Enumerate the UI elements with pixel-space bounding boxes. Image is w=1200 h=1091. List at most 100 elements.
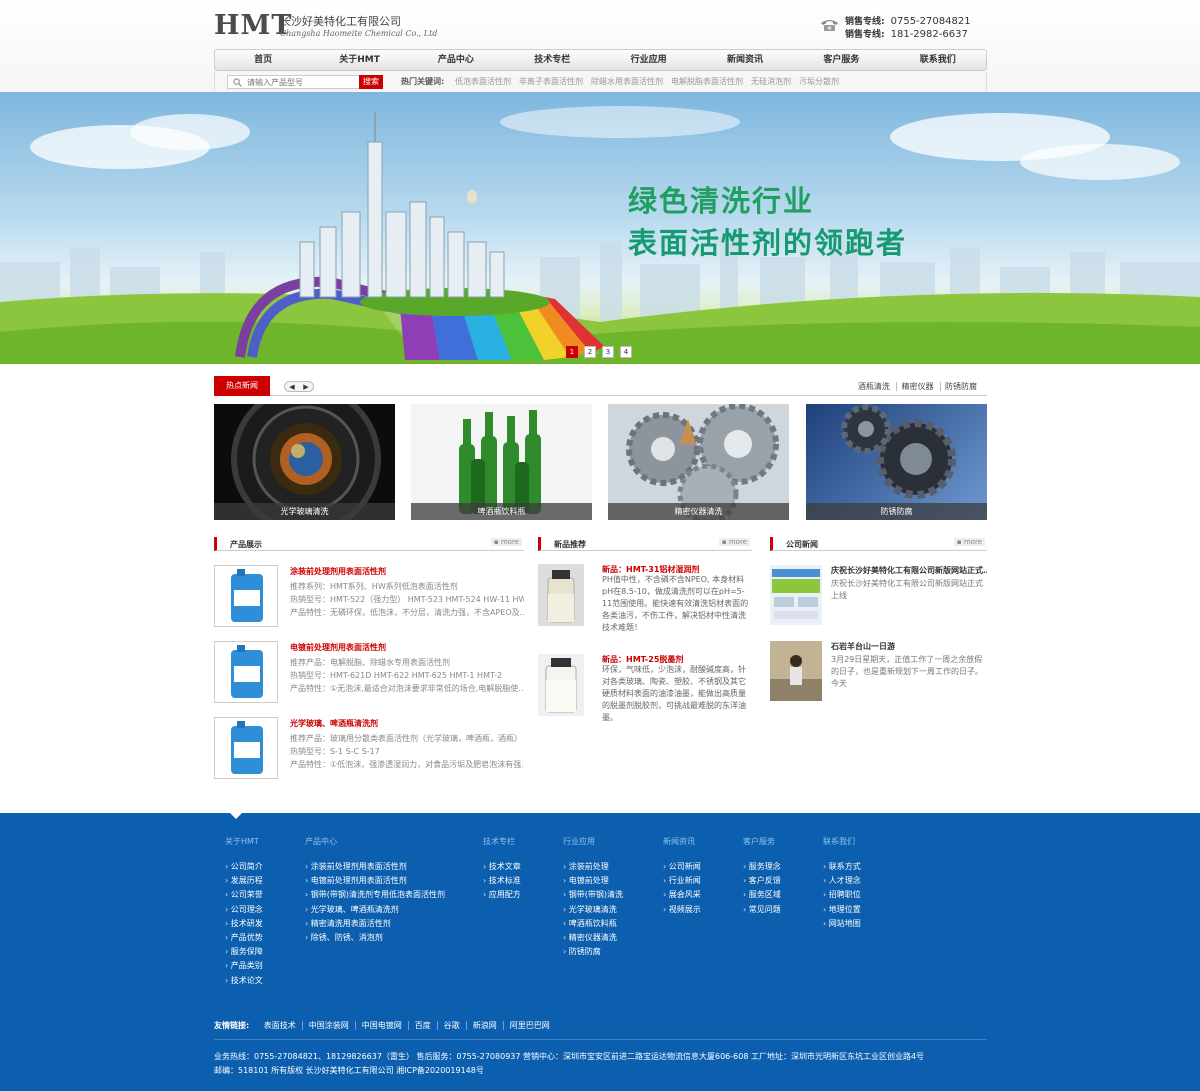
footer-link[interactable]: 技术文章 — [483, 861, 521, 875]
nav-tech[interactable]: 技术专栏 — [504, 50, 600, 70]
hot-keyword[interactable]: 电解脱脂表面活性剂 — [671, 76, 743, 87]
new-product-thumb[interactable] — [538, 564, 584, 626]
friend-link[interactable]: 百度 — [407, 1021, 437, 1030]
company-news-item[interactable]: 石岩羊台山一日游 3月29日星期天，正值工作了一周之余放假的日子，也是重新规划下… — [770, 641, 987, 703]
nav-home[interactable]: 首页 — [215, 50, 311, 70]
friend-link[interactable]: 新浪网 — [465, 1021, 503, 1030]
product-name[interactable]: 涂装前处理剂用表面活性剂 — [290, 566, 386, 577]
new-product-item[interactable]: 新品：HMT-31铝材湿润剂 PH值中性，不含磷不含NPEO, 本身材料pH在8… — [538, 564, 752, 634]
footer-link[interactable]: 电镀前处理剂用表面活性剂 — [305, 875, 445, 889]
more-link[interactable]: ▪ more — [718, 538, 750, 546]
footer-link[interactable]: 钢带(带钢)清洗 — [563, 889, 623, 903]
footer-link[interactable]: 行业新闻 — [663, 875, 701, 889]
news-title[interactable]: 庆祝长沙好美特化工有限公司新版网站正式… — [831, 565, 987, 576]
photo-precision-instruments[interactable]: 精密仪器清洗 — [608, 404, 789, 520]
footer-link[interactable]: 联系方式 — [823, 861, 861, 875]
more-link[interactable]: ▪ more — [953, 538, 985, 546]
product-name[interactable]: 光学玻璃、啤酒瓶清洗剂 — [290, 718, 378, 729]
banner-dot-2[interactable]: 2 — [584, 346, 596, 358]
footer-link[interactable]: 网站地图 — [823, 918, 861, 932]
product-name[interactable]: 电镀前处理剂用表面活性剂 — [290, 642, 386, 653]
footer-link[interactable]: 公司新闻 — [663, 861, 701, 875]
footer-link[interactable]: 服务保障 — [225, 946, 263, 960]
footer-col-title[interactable]: 客户服务 — [743, 836, 781, 847]
friend-link[interactable]: 中国电镀网 — [354, 1021, 408, 1030]
footer-link[interactable]: 电镀前处理 — [563, 875, 623, 889]
news-thumb[interactable] — [770, 641, 822, 701]
company-news-item[interactable]: 庆祝长沙好美特化工有限公司新版网站正式… 庆祝长沙好美特化工有限公司新版网站正式… — [770, 565, 987, 627]
prev-arrow-icon[interactable]: ◀ — [289, 383, 294, 391]
product-item[interactable]: 电镀前处理剂用表面活性剂 推荐产品：电解脱脂、除蜡水专用表面活性剂 热销型号：H… — [214, 641, 524, 705]
nav-news[interactable]: 新闻资讯 — [697, 50, 793, 70]
footer-col-title[interactable]: 新闻资讯 — [663, 836, 701, 847]
banner-dot-4[interactable]: 4 — [620, 346, 632, 358]
nav-service[interactable]: 客户服务 — [793, 50, 889, 70]
footer-link[interactable]: 发展历程 — [225, 875, 263, 889]
footer-link[interactable]: 钢带(带钢)清洗剂专用低泡表面活性剂 — [305, 889, 445, 903]
new-product-thumb[interactable] — [538, 654, 584, 716]
footer-link[interactable]: 产品优势 — [225, 932, 263, 946]
footer-link[interactable]: 招聘职位 — [823, 889, 861, 903]
footer-link[interactable]: 服务区域 — [743, 889, 781, 903]
footer-link[interactable]: 涂装前处理剂用表面活性剂 — [305, 861, 445, 875]
footer-link[interactable]: 地理位置 — [823, 904, 861, 918]
product-item[interactable]: 光学玻璃、啤酒瓶清洗剂 推荐产品：玻璃用分散类表面活性剂（光学玻璃，啤酒瓶，酒瓶… — [214, 717, 524, 781]
logo[interactable]: HMT 长沙好美特化工有限公司 Changsha Haomeite Chemic… — [214, 10, 437, 41]
product-thumb[interactable] — [214, 717, 278, 779]
nav-about[interactable]: 关于HMT — [311, 50, 407, 70]
product-thumb[interactable] — [214, 565, 278, 627]
hot-keyword[interactable]: 污垢分散剂 — [799, 76, 839, 87]
news-title[interactable]: 石岩羊台山一日游 — [831, 641, 987, 652]
footer-link[interactable]: 精密仪器清洗 — [563, 932, 623, 946]
tag-link[interactable]: 防锈防腐 — [940, 382, 981, 391]
tag-link[interactable]: 酒瓶清洗 — [854, 382, 894, 391]
new-product-item[interactable]: 新品：HMT-25脱墨剂 环保，气味低，少泡沫，耐酸碱度高，针对各类玻璃、陶瓷、… — [538, 654, 752, 724]
nav-industry[interactable]: 行业应用 — [601, 50, 697, 70]
footer-link[interactable]: 涂装前处理 — [563, 861, 623, 875]
friend-link[interactable]: 中国涂装网 — [301, 1021, 355, 1030]
footer-link[interactable]: 技术标准 — [483, 875, 521, 889]
footer-link[interactable]: 产品类别 — [225, 960, 263, 974]
hot-keyword[interactable]: 非离子表面活性剂 — [519, 76, 583, 87]
footer-link[interactable]: 常见问题 — [743, 904, 781, 918]
friend-link[interactable]: 表面技术 — [258, 1021, 302, 1030]
photo-optical-glass[interactable]: 光学玻璃清洗 — [214, 404, 395, 520]
footer-link[interactable]: 视频展示 — [663, 904, 701, 918]
hot-keyword[interactable]: 除蜡水用表面活性剂 — [591, 76, 663, 87]
photo-anti-rust[interactable]: 防锈防腐 — [806, 404, 987, 520]
footer-link[interactable]: 展会风采 — [663, 889, 701, 903]
product-item[interactable]: 涂装前处理剂用表面活性剂 推荐系列：HMT系列、HW系列低泡表面活性剂 热销型号… — [214, 565, 524, 629]
footer-col-title[interactable]: 联系我们 — [823, 836, 861, 847]
footer-link[interactable]: 防锈防腐 — [563, 946, 623, 960]
friend-link[interactable]: 谷歌 — [436, 1021, 466, 1030]
footer-link[interactable]: 除锈、防锈、消泡剂 — [305, 932, 445, 946]
footer-link[interactable]: 公司理念 — [225, 904, 263, 918]
tag-link[interactable]: 精密仪器 — [896, 382, 938, 391]
footer-col-title[interactable]: 行业应用 — [563, 836, 623, 847]
footer-link[interactable]: 服务理念 — [743, 861, 781, 875]
footer-link[interactable]: 光学玻璃、啤酒瓶清洗剂 — [305, 904, 445, 918]
banner-dot-3[interactable]: 3 — [602, 346, 614, 358]
photo-beer-bottles[interactable]: 啤酒瓶饮料瓶 — [411, 404, 592, 520]
search-input[interactable] — [247, 76, 367, 88]
product-thumb[interactable] — [214, 641, 278, 703]
footer-link[interactable]: 精密清洗用表面活性剂 — [305, 918, 445, 932]
footer-link[interactable]: 人才理念 — [823, 875, 861, 889]
more-link[interactable]: ▪ more — [490, 538, 522, 546]
footer-col-title[interactable]: 产品中心 — [305, 836, 445, 847]
hot-news-tab[interactable]: 热点新闻 — [214, 376, 270, 396]
news-thumb[interactable] — [770, 565, 822, 625]
nav-contact[interactable]: 联系我们 — [890, 50, 986, 70]
footer-link[interactable]: 公司荣誉 — [225, 889, 263, 903]
nav-products[interactable]: 产品中心 — [408, 50, 504, 70]
friend-link[interactable]: 阿里巴巴网 — [502, 1021, 556, 1030]
footer-link[interactable]: 啤酒瓶饮料瓶 — [563, 918, 623, 932]
next-arrow-icon[interactable]: ▶ — [303, 383, 308, 391]
footer-link[interactable]: 光学玻璃清洗 — [563, 904, 623, 918]
banner-dot-1[interactable]: 1 — [566, 346, 578, 358]
footer-col-title[interactable]: 关于HMT — [225, 836, 263, 847]
search-button[interactable]: 搜索 — [359, 75, 383, 89]
footer-link[interactable]: 客户反馈 — [743, 875, 781, 889]
footer-link[interactable]: 公司简介 — [225, 861, 263, 875]
hot-keyword[interactable]: 低泡表面活性剂 — [455, 76, 511, 87]
